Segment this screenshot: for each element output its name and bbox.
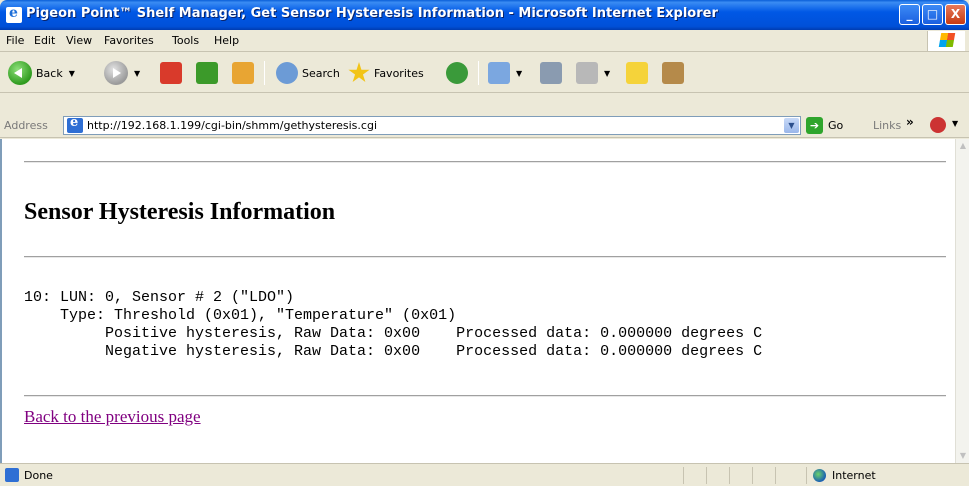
refresh-button[interactable] [196,59,218,87]
edit-icon [576,62,598,84]
discuss-button[interactable] [626,59,648,87]
divider [24,395,946,397]
history-button[interactable] [446,59,468,87]
go-button[interactable]: ➔ Go [806,116,843,135]
back-label: Back [36,66,63,80]
menu-file[interactable]: File [6,34,24,47]
status-cell [806,467,807,484]
ie-icon [6,5,22,23]
maximize-button[interactable]: □ [922,4,943,25]
home-icon [232,62,254,84]
status-text: Done [24,469,53,482]
divider [24,256,946,258]
positive-hysteresis-line: Positive hysteresis, Raw Data: 0x00 Proc… [24,325,763,342]
history-icon [446,62,468,84]
links-more-icon[interactable]: » [906,115,914,129]
page-done-icon [5,468,19,482]
menu-edit[interactable]: Edit [34,34,55,47]
stop-icon [160,62,182,84]
menu-bar: File Edit View Favorites Tools Help [0,30,969,52]
favorites-label: Favorites [374,66,424,80]
folder-icon [626,62,648,84]
home-button[interactable] [232,59,254,87]
negative-hysteresis-line: Negative hysteresis, Raw Data: 0x00 Proc… [24,343,763,360]
links-label[interactable]: Links [873,119,901,132]
status-bar: Done Internet [0,463,969,486]
chevron-down-icon: ▼ [134,68,141,78]
scroll-down-icon[interactable]: ▼ [957,449,969,463]
menu-tools[interactable]: Tools [172,34,199,47]
windows-logo-icon [927,31,965,51]
mail-button[interactable]: ▼ [488,59,522,87]
minimize-button[interactable]: _ [899,4,920,25]
star-icon [348,62,370,83]
title-bar: Pigeon Point™ Shelf Manager, Get Sensor … [0,0,969,30]
vertical-scrollbar[interactable]: ▲ ▼ [955,139,969,463]
address-bar: Address http://192.168.1.199/cgi-bin/shm… [0,113,969,138]
toolbar-extension-icon[interactable] [930,117,946,133]
page-content: Sensor Hysteresis Information 10: LUN: 0… [0,139,955,463]
back-link[interactable]: Back to the previous page [24,407,201,427]
sensor-line: 10: LUN: 0, Sensor # 2 ("LDO") [24,289,295,306]
chevron-down-icon: ▼ [516,68,523,78]
back-button[interactable]: Back ▼ [8,59,75,87]
mail-icon [488,62,510,84]
toolbar-separator [264,61,265,85]
go-label: Go [828,119,844,132]
divider [24,161,946,163]
scroll-up-icon[interactable]: ▲ [957,139,969,153]
stop-button[interactable] [160,59,182,87]
sensor-details: 10: LUN: 0, Sensor # 2 ("LDO") Type: Thr… [24,289,762,361]
menu-favorites[interactable]: Favorites [104,34,154,47]
favorites-button[interactable]: Favorites [348,59,424,87]
research-icon [662,62,684,84]
toolbar-separator [478,61,479,85]
status-cell [752,467,753,484]
status-cell [775,467,776,484]
go-arrow-icon: ➔ [806,117,823,134]
research-button[interactable] [662,59,684,87]
search-icon [276,62,298,84]
forward-button[interactable]: ▼ [104,59,140,87]
status-cell [729,467,730,484]
refresh-icon [196,62,218,84]
toolbar: Back ▼ ▼ Search Favorites ▼ ▼ [0,53,969,93]
address-url: http://192.168.1.199/cgi-bin/shmm/gethys… [87,119,377,132]
status-cell [706,467,707,484]
edit-button[interactable]: ▼ [576,59,610,87]
page-icon [67,115,83,133]
search-button[interactable]: Search [276,59,340,87]
chevron-down-icon[interactable]: ▼ [784,118,799,133]
address-label: Address [4,119,48,132]
page-title: Sensor Hysteresis Information [24,199,336,225]
search-label: Search [302,66,340,80]
forward-arrow-icon [104,61,128,85]
window-title: Pigeon Point™ Shelf Manager, Get Sensor … [26,6,718,21]
chevron-down-icon: ▼ [68,68,75,78]
back-arrow-icon [8,61,32,85]
internet-zone-icon [813,469,826,482]
printer-icon [540,62,562,84]
status-cell [683,467,684,484]
chevron-down-icon[interactable]: ▼ [952,119,958,128]
zone-text: Internet [832,469,876,482]
address-input[interactable]: http://192.168.1.199/cgi-bin/shmm/gethys… [63,115,801,135]
print-button[interactable] [540,59,562,87]
chevron-down-icon: ▼ [604,68,611,78]
close-button[interactable]: X [945,4,966,25]
menu-help[interactable]: Help [214,34,239,47]
type-line: Type: Threshold (0x01), "Temperature" (0… [24,307,457,324]
menu-view[interactable]: View [66,34,92,47]
